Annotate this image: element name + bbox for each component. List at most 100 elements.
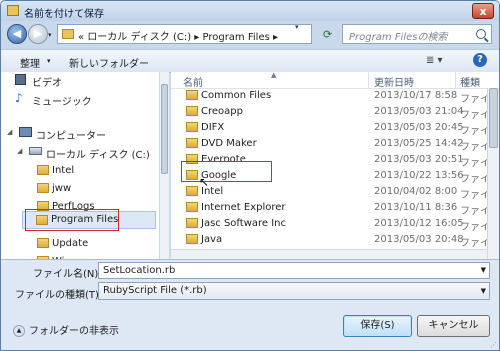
search-icon: [476, 29, 486, 39]
filetype-value: RubyScript File (*.rb): [103, 285, 207, 296]
video-icon: [15, 74, 26, 85]
folder-icon: [37, 183, 49, 193]
column-header-row: 名前 ▲ 更新日時 種類: [171, 72, 499, 89]
search-input[interactable]: Program Filesの検索: [342, 24, 492, 44]
hide-folders-toggle[interactable]: ▲ フォルダーの非表示: [13, 322, 119, 337]
save-options-panel: ファイル名(N): SetLocation.rb ▼ ファイルの種類(T): R…: [1, 259, 499, 350]
file-type: ファイ: [460, 94, 490, 105]
file-type: ファイ: [460, 206, 490, 217]
column-header-type[interactable]: 種類: [460, 74, 480, 89]
file-name: Internet Explorer: [201, 202, 286, 213]
filetype-label: ファイルの種類(T):: [15, 290, 103, 301]
dialog-title: 名前を付けて保存: [24, 9, 104, 20]
chevron-down-icon[interactable]: ▼: [481, 266, 486, 274]
sort-ascending-icon: ▲: [271, 72, 277, 79]
file-type: ファイ: [460, 190, 490, 201]
music-icon: ♪: [15, 91, 23, 105]
folder-icon: [186, 106, 198, 116]
back-button[interactable]: ◀: [7, 24, 27, 44]
sidebar-item-label: jww: [52, 183, 72, 194]
file-date: 2013/05/25 14:42: [374, 138, 464, 149]
sidebar-item-label: コンピューター: [36, 131, 106, 142]
file-row[interactable]: DIFX 2013/05/03 20:45 ファイ: [171, 120, 491, 137]
file-date: 2010/04/02 8:00: [374, 186, 458, 197]
file-type: ファイ: [460, 110, 490, 121]
file-row[interactable]: Common Files 2013/10/17 8:58 ファイ: [171, 88, 491, 105]
column-divider[interactable]: [455, 72, 456, 88]
hide-folders-label: フォルダーの非表示: [29, 326, 119, 337]
save-button[interactable]: 保存(S): [343, 315, 412, 337]
sidebar-item-label: ミュージック: [32, 97, 92, 108]
save-as-dialog: 名前を付けて保存 x ◀ ▶ ▾ « ローカル ディスク (C:) ▸ Prog…: [0, 0, 500, 351]
sidebar-item-label: ローカル ディスク (C:): [46, 150, 150, 161]
scrollbar-thumb[interactable]: [161, 84, 168, 174]
folder-icon: [186, 90, 198, 100]
new-folder-button[interactable]: 新しいフォルダー: [69, 55, 149, 70]
recent-pages-dropdown-icon[interactable]: ▾: [48, 31, 52, 39]
folder-icon: [186, 122, 198, 132]
mouse-cursor-icon: ↖: [199, 175, 210, 189]
folder-icon: [7, 5, 19, 16]
sidebar-item-label: Update: [52, 238, 89, 249]
file-date: 2013/05/03 20:48: [374, 234, 464, 245]
filename-label: ファイル名(N):: [33, 269, 102, 280]
file-date: 2013/05/03 20:45: [374, 122, 464, 133]
filename-value: SetLocation.rb: [103, 265, 176, 276]
title-bar: 名前を付けて保存 x: [1, 1, 499, 21]
column-divider[interactable]: [368, 72, 369, 88]
cancel-button[interactable]: キャンセル: [417, 315, 490, 337]
horizontal-scrollbar[interactable]: [171, 249, 487, 259]
close-button[interactable]: x: [472, 3, 494, 19]
help-icon[interactable]: ?: [473, 53, 487, 67]
column-header-name[interactable]: 名前: [183, 74, 203, 89]
filename-field[interactable]: SetLocation.rb ▼: [98, 262, 490, 279]
file-type: ファイ: [460, 238, 490, 249]
file-row[interactable]: DVD Maker 2013/05/25 14:42 ファイ: [171, 136, 491, 153]
file-name: Java: [201, 234, 223, 245]
chevron-down-icon: ▾: [47, 57, 51, 65]
sidebar-item-label: Intel: [52, 165, 75, 176]
command-toolbar: 整理 ▾ 新しいフォルダー ≣ ▾ ?: [1, 49, 499, 73]
file-date: 2013/05/03 20:51: [374, 154, 464, 165]
file-type: ファイ: [460, 158, 490, 169]
search-placeholder: Program Filesの検索: [349, 32, 448, 43]
view-options-button[interactable]: ≣ ▾: [426, 55, 443, 66]
computer-icon: [19, 127, 32, 137]
chevron-down-icon[interactable]: ◢: [17, 147, 22, 155]
organize-button[interactable]: 整理: [20, 55, 40, 70]
file-row[interactable]: Jasc Software Inc 2013/10/12 16:05 ファイ: [171, 216, 491, 233]
filetype-select[interactable]: RubyScript File (*.rb) ▼: [98, 282, 490, 300]
folder-icon: [186, 202, 198, 212]
file-type: ファイ: [460, 174, 490, 185]
file-name: Jasc Software Inc: [201, 218, 287, 229]
file-name: Creoapp: [201, 106, 243, 117]
file-name: DVD Maker: [201, 138, 257, 149]
highlight-box: [25, 209, 119, 231]
file-name: Common Files: [201, 90, 272, 101]
address-path: « ローカル ディスク (C:) ▸ Program Files ▸: [78, 32, 278, 43]
address-bar[interactable]: « ローカル ディスク (C:) ▸ Program Files ▸: [57, 24, 312, 44]
forward-button[interactable]: ▶: [28, 24, 48, 44]
disk-icon: [29, 147, 42, 155]
folder-icon: [186, 138, 198, 148]
address-dropdown-icon[interactable]: ▾: [295, 23, 299, 31]
file-row[interactable]: Java 2013/05/03 20:48 ファイ: [171, 232, 491, 249]
file-row[interactable]: Intel 2010/04/02 8:00 ファイ: [171, 184, 491, 201]
file-date: 2013/10/22 13:56: [374, 170, 464, 181]
file-list-scrollbar[interactable]: [487, 88, 499, 259]
file-name: DIFX: [201, 122, 225, 133]
scrollbar-thumb[interactable]: [489, 88, 498, 148]
column-header-date[interactable]: 更新日時: [374, 74, 414, 89]
refresh-icon[interactable]: ⟳: [323, 28, 332, 41]
file-type: ファイ: [460, 142, 490, 153]
file-row[interactable]: Internet Explorer 2013/10/11 8:36 ファイ: [171, 200, 491, 217]
file-type: ファイ: [460, 126, 490, 137]
resize-grip-icon[interactable]: ⋰: [490, 341, 497, 349]
chevron-up-icon: ▲: [13, 325, 25, 337]
chevron-down-icon[interactable]: ▼: [481, 287, 486, 295]
file-date: 2013/05/03 21:04: [374, 106, 464, 117]
sidebar-scrollbar[interactable]: [159, 72, 169, 259]
file-row[interactable]: Creoapp 2013/05/03 21:04 ファイ: [171, 104, 491, 121]
chevron-down-icon[interactable]: ◢: [7, 128, 12, 136]
folder-icon: [186, 234, 198, 244]
